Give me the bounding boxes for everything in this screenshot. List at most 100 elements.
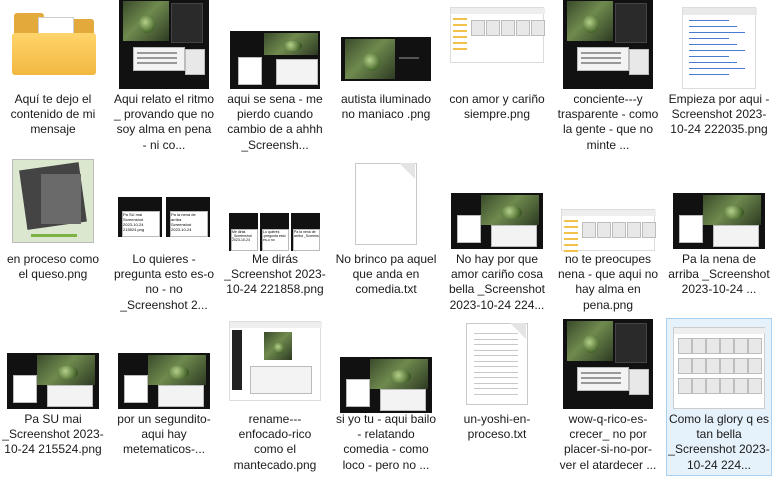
file-item[interactable]: Pa SU mai Screenshot 2023-10-24 215524.p… bbox=[111, 158, 217, 316]
folder-item[interactable]: Aquí te dejo el contenido de mi mensaje bbox=[0, 0, 106, 156]
text-file-icon bbox=[466, 323, 528, 405]
text-line bbox=[399, 57, 419, 59]
image-thumbnail bbox=[563, 0, 653, 89]
white-box bbox=[679, 215, 703, 243]
file-item[interactable]: No brinco pa aquel que anda en comedia.t… bbox=[333, 158, 439, 316]
doc-line bbox=[474, 371, 518, 373]
file-thumb bbox=[678, 378, 692, 394]
doc-line bbox=[474, 333, 518, 334]
file-item[interactable]: Aqui relato el ritmo _ provando que no s… bbox=[111, 0, 217, 156]
image-thumbnail bbox=[561, 209, 656, 252]
file-item[interactable]: no te preocupes nena - que aqui no hay a… bbox=[555, 158, 661, 316]
file-item[interactable]: si yo tu - aqui bailo - relatando comedi… bbox=[333, 318, 439, 476]
image-thumbnail: Pa SU mai Screenshot 2023-10-24 215524.p… bbox=[118, 197, 210, 237]
titlebar bbox=[230, 322, 322, 328]
image-blob bbox=[723, 205, 744, 219]
file-item[interactable]: por un segundito- aqui hay metematicos-.… bbox=[111, 318, 217, 476]
text-line bbox=[689, 32, 745, 33]
dialog-preview bbox=[577, 367, 629, 391]
text-line bbox=[581, 62, 621, 64]
image-thumbnail bbox=[340, 357, 432, 413]
doc-line bbox=[474, 338, 518, 340]
nav-item bbox=[564, 244, 578, 246]
nav-item bbox=[564, 238, 578, 240]
text-line bbox=[689, 44, 737, 45]
nav-item bbox=[453, 42, 467, 44]
text-line bbox=[137, 52, 177, 54]
white-box bbox=[238, 57, 262, 85]
file-thumb bbox=[582, 222, 596, 238]
file-thumb bbox=[531, 20, 545, 36]
file-item[interactable]: en proceso como el queso.png bbox=[0, 158, 106, 316]
file-item[interactable]: Como la glory q es tan bella _Screenshot… bbox=[666, 318, 772, 476]
mini-window bbox=[185, 49, 205, 75]
sidebar bbox=[232, 330, 242, 390]
white-box bbox=[13, 375, 37, 403]
file-item[interactable]: Pa SU mai _Screenshot 2023-10-24 215524.… bbox=[0, 318, 106, 476]
image-blob bbox=[501, 205, 522, 219]
doc-line bbox=[474, 393, 518, 395]
image-thumbnail bbox=[12, 159, 94, 243]
file-thumb bbox=[706, 358, 720, 374]
nav-item bbox=[564, 220, 578, 222]
image-thumbnail bbox=[451, 193, 543, 249]
page-fold bbox=[399, 163, 415, 179]
text-line bbox=[689, 38, 729, 39]
text-line bbox=[689, 26, 737, 27]
page-fold bbox=[510, 323, 526, 339]
file-item[interactable]: wow-q-rico-es-crecer_ no por placer-si-n… bbox=[555, 318, 661, 476]
mini-caption: Pa la nena de arriba _Screenshot 2023 bbox=[293, 229, 320, 251]
titlebar bbox=[562, 210, 656, 216]
image-thumbnail: Me dirás _Screenshot 2023-10-24 Lo quiere… bbox=[229, 213, 321, 251]
text-line bbox=[689, 20, 729, 21]
doc-line bbox=[474, 388, 518, 389]
file-thumb bbox=[706, 338, 720, 354]
doc-line bbox=[474, 360, 518, 362]
text-line bbox=[581, 382, 621, 384]
dialog-preview bbox=[491, 225, 537, 247]
white-box bbox=[124, 375, 148, 403]
text-line bbox=[689, 74, 729, 75]
file-item[interactable]: aqui se sena - me pierdo cuando cambio d… bbox=[222, 0, 328, 156]
dialog-preview bbox=[380, 389, 426, 411]
file-name-label: Pa la nena de arriba _Screenshot 2023-10… bbox=[668, 252, 770, 297]
text-line bbox=[581, 377, 621, 379]
nav-item bbox=[564, 226, 578, 228]
file-name-label: rename---enfocado-rico como el mantecado… bbox=[233, 412, 317, 472]
file-name-label: Aqui relato el ritmo _ provando que no s… bbox=[113, 92, 215, 152]
file-thumb bbox=[734, 358, 748, 374]
photo bbox=[41, 174, 81, 224]
white-box bbox=[457, 215, 481, 243]
file-grid: Aquí te dejo el contenido de mi mensaje A… bbox=[0, 0, 778, 485]
dialog-preview bbox=[133, 47, 185, 71]
file-item[interactable]: conciente---y trasparente - como la gent… bbox=[555, 0, 661, 156]
image-thumbnail bbox=[119, 0, 209, 89]
panel bbox=[615, 323, 647, 363]
titlebar bbox=[674, 328, 766, 334]
text-file-icon bbox=[355, 163, 417, 245]
file-thumb bbox=[678, 358, 692, 374]
image-thumbnail bbox=[341, 37, 431, 81]
file-name-label: No hay por que amor cariño cosa bella _S… bbox=[448, 252, 546, 312]
file-thumb bbox=[692, 378, 706, 394]
file-item[interactable]: No hay por que amor cariño cosa bella _S… bbox=[444, 158, 550, 316]
image-thumbnail bbox=[673, 193, 765, 249]
text-line bbox=[689, 62, 737, 63]
file-item[interactable]: Me dirás _Screenshot 2023-10-24 Lo quiere… bbox=[222, 158, 328, 316]
file-name-label: autista iluminado no maniaco .png bbox=[340, 92, 432, 122]
file-item[interactable]: un-yoshi-en-proceso.txt bbox=[444, 318, 550, 476]
folder-front bbox=[12, 33, 96, 75]
file-thumb bbox=[706, 378, 720, 394]
file-item[interactable]: Empieza por aqui - Screenshot 2023-10-24… bbox=[666, 0, 772, 156]
image-blob bbox=[273, 341, 284, 355]
file-item[interactable]: rename---enfocado-rico como el mantecado… bbox=[222, 318, 328, 476]
file-item[interactable]: autista iluminado no maniaco .png bbox=[333, 0, 439, 156]
nav-item bbox=[453, 18, 467, 20]
file-thumb bbox=[486, 20, 500, 36]
image-thumbnail bbox=[229, 321, 322, 401]
file-thumb bbox=[734, 338, 748, 354]
file-item[interactable]: Pa la nena de arriba _Screenshot 2023-10… bbox=[666, 158, 772, 316]
file-item[interactable]: con amor y cariño siempre.png bbox=[444, 0, 550, 156]
file-thumb bbox=[597, 222, 611, 238]
file-thumb bbox=[627, 222, 641, 238]
